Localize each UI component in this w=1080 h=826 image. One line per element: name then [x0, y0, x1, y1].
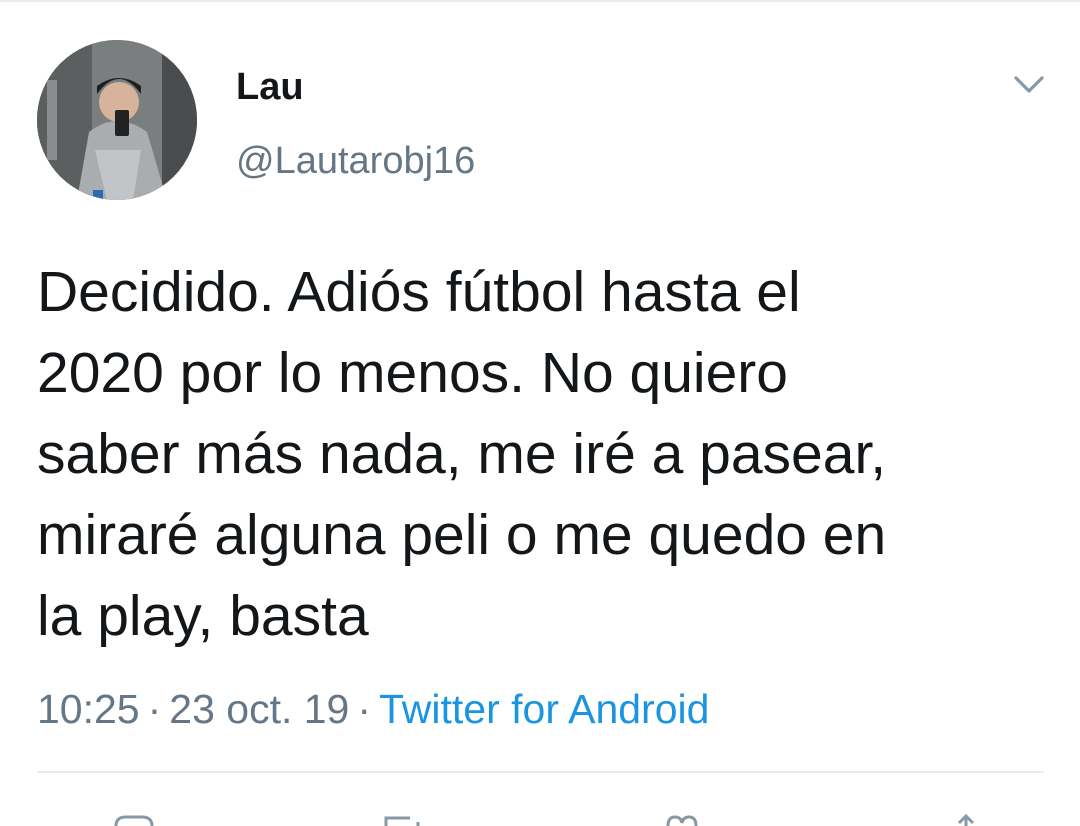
- chevron-down-icon: [1014, 76, 1044, 93]
- tweet-menu-button[interactable]: [1008, 66, 1050, 102]
- retweet-icon[interactable]: [380, 814, 424, 826]
- tweet-text-line: saber más nada, me iré a pasear,: [37, 422, 887, 486]
- divider: [37, 771, 1044, 773]
- reply-icon[interactable]: [112, 814, 156, 826]
- tweet-text-line: miraré alguna peli o me quedo en: [37, 503, 887, 567]
- tweet-text-line: la play, basta: [37, 584, 369, 648]
- profile-photo: [37, 40, 197, 200]
- separator: ·: [357, 686, 371, 732]
- tweet-text-line: Decidido. Adiós fútbol hasta el: [37, 260, 801, 324]
- tweet-time[interactable]: 10:25: [37, 686, 140, 732]
- tweet-metadata: 10:25 · 23 oct. 19 · Twitter for Android: [37, 684, 709, 734]
- top-border: [0, 0, 1080, 2]
- tweet-source-link[interactable]: Twitter for Android: [379, 686, 709, 732]
- display-name[interactable]: Lau: [236, 64, 304, 110]
- share-icon[interactable]: [944, 814, 988, 826]
- tweet-action-bar: [0, 800, 1080, 826]
- tweet-text-line: 2020 por lo menos. No quiero: [37, 341, 788, 405]
- user-handle[interactable]: @Lautarobj16: [236, 138, 475, 184]
- avatar[interactable]: [37, 40, 197, 200]
- tweet-text: Decidido. Adiós fútbol hasta el 2020 por…: [37, 252, 1047, 657]
- separator: ·: [147, 686, 162, 732]
- tweet-date[interactable]: 23 oct. 19: [169, 686, 349, 732]
- like-icon[interactable]: [660, 814, 704, 826]
